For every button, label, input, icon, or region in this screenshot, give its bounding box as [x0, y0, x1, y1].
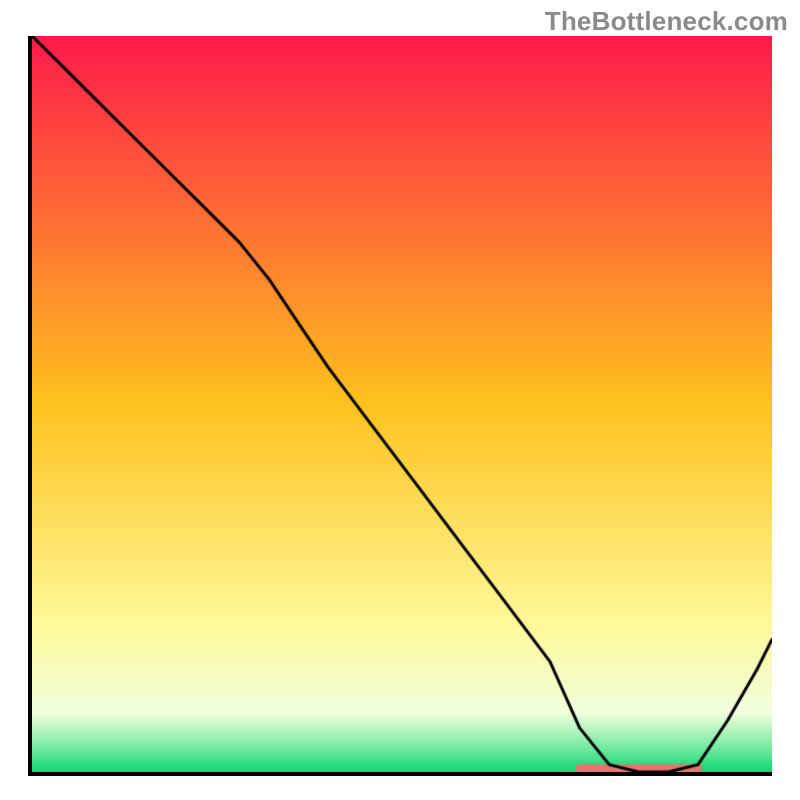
chart-frame: TheBottleneck.com: [0, 0, 800, 800]
line-series: [32, 36, 772, 772]
watermark-label: TheBottleneck.com: [545, 6, 788, 37]
plot-area: [28, 36, 772, 776]
